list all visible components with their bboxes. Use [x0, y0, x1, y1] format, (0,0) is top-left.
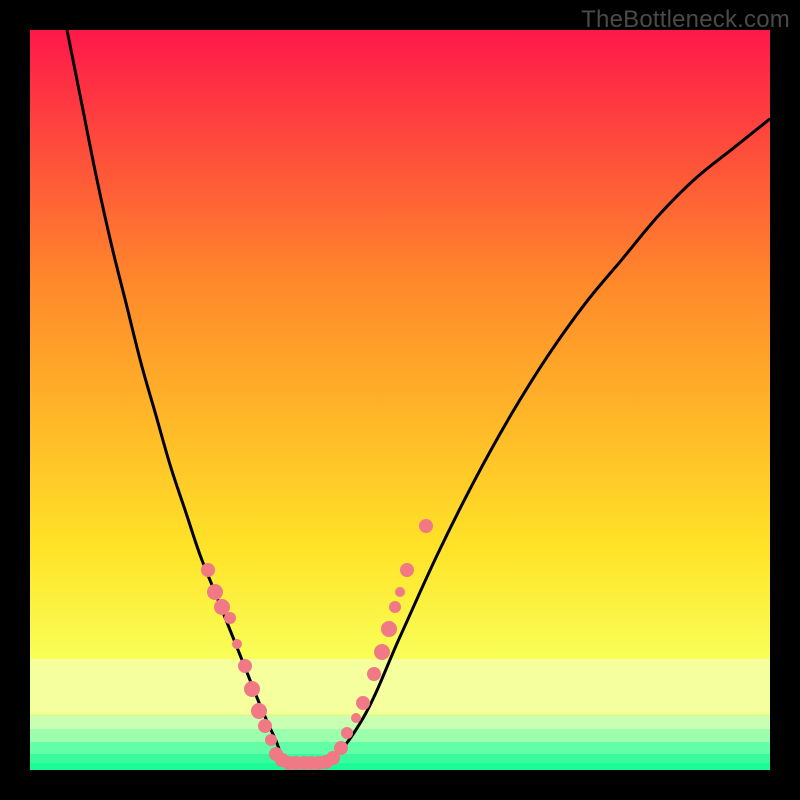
- data-marker: [400, 563, 414, 577]
- plot-area: [30, 30, 770, 770]
- data-marker: [244, 681, 260, 697]
- data-marker: [207, 584, 223, 600]
- data-marker: [419, 519, 433, 533]
- data-marker: [238, 659, 252, 673]
- data-marker: [251, 703, 267, 719]
- data-marker: [224, 612, 236, 624]
- data-marker: [367, 667, 381, 681]
- data-marker: [389, 601, 401, 613]
- data-marker: [258, 719, 272, 733]
- data-marker: [341, 727, 353, 739]
- curve-layer: [30, 30, 770, 770]
- bottleneck-curve: [67, 30, 770, 767]
- data-marker: [201, 563, 215, 577]
- data-marker: [374, 644, 390, 660]
- data-marker: [395, 587, 405, 597]
- data-marker: [265, 734, 277, 746]
- data-marker: [232, 639, 242, 649]
- data-marker: [351, 713, 361, 723]
- chart-frame: TheBottleneck.com: [0, 0, 800, 800]
- data-marker: [381, 621, 397, 637]
- data-marker: [334, 741, 348, 755]
- data-marker: [356, 696, 370, 710]
